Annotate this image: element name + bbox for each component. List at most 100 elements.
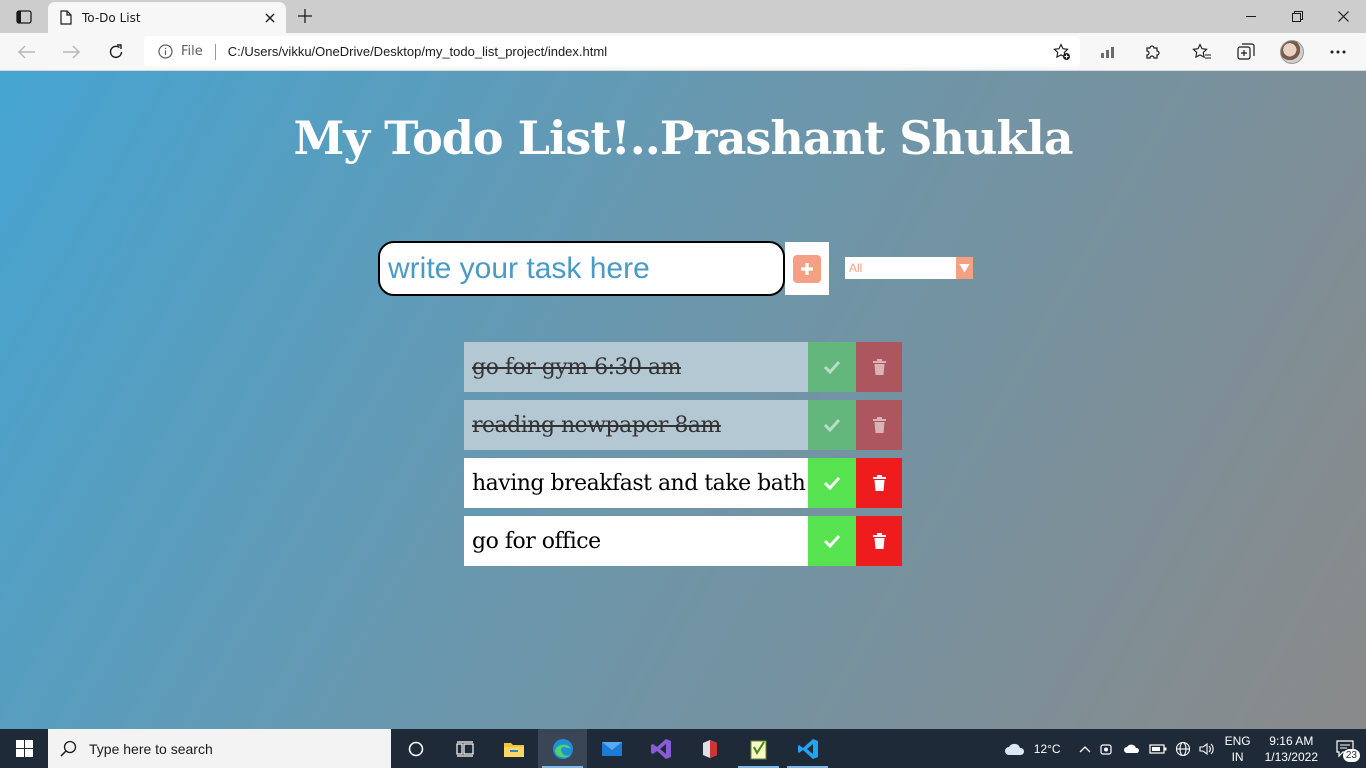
browser-tab[interactable]: To-Do List: [48, 2, 286, 33]
meet-now-button[interactable]: [1095, 729, 1119, 768]
extensions-button[interactable]: [1140, 39, 1166, 65]
vscode-icon: [797, 738, 818, 759]
cloud-icon: [1004, 743, 1024, 755]
complete-button[interactable]: [808, 516, 856, 566]
mail-icon: [601, 741, 622, 756]
chevron-up-icon: [1079, 745, 1091, 752]
edge-browser-app[interactable]: [538, 729, 587, 768]
url-text[interactable]: C:/Users/vikku/OneDrive/Desktop/my_todo_…: [228, 44, 607, 59]
language-primary: ENG: [1224, 733, 1251, 748]
performance-button[interactable]: [1096, 39, 1122, 65]
favorites-star-icon: [1192, 43, 1211, 59]
delete-button[interactable]: [856, 458, 902, 508]
weather-widget[interactable]: 12°C: [1000, 729, 1065, 768]
new-tab-button[interactable]: [292, 5, 318, 27]
cortana-icon: [408, 741, 423, 756]
notifications-button[interactable]: 23: [1326, 729, 1366, 768]
language-secondary: IN: [1231, 749, 1244, 764]
add-task-button[interactable]: [785, 242, 829, 295]
todo-text: reading newpaper 8am: [464, 400, 808, 450]
notepad-app[interactable]: [734, 729, 783, 768]
todo-page: My Todo List!..Prashant Shukla All go fo…: [0, 71, 1366, 729]
show-hidden-icons-button[interactable]: [1075, 729, 1095, 768]
todo-text: go for office: [464, 516, 808, 566]
visual-studio-icon: [650, 738, 671, 759]
restore-button[interactable]: [1274, 0, 1320, 33]
page-icon: [60, 10, 72, 25]
filter-selected-value: All: [849, 261, 863, 275]
office-app[interactable]: [685, 729, 734, 768]
site-info-label: File: [181, 44, 203, 59]
folder-icon: [503, 742, 524, 757]
windows-logo-icon: [15, 740, 33, 757]
settings-more-button[interactable]: [1325, 39, 1351, 65]
notepad-icon: [750, 740, 766, 759]
search-icon: [60, 740, 77, 757]
mail-app[interactable]: [587, 729, 636, 768]
battery-button[interactable]: [1145, 729, 1171, 768]
filter-select[interactable]: All: [845, 257, 973, 279]
complete-button[interactable]: [808, 400, 856, 450]
file-explorer-app[interactable]: [489, 729, 538, 768]
minimize-button[interactable]: [1228, 0, 1274, 33]
trash-icon: [872, 475, 886, 491]
refresh-button[interactable]: [101, 37, 131, 67]
page-title: My Todo List!..Prashant Shukla: [293, 111, 1073, 165]
collections-icon: [1237, 43, 1255, 60]
taskbar-search[interactable]: Type here to search: [48, 729, 391, 768]
back-button[interactable]: [12, 37, 42, 67]
network-button[interactable]: [1171, 729, 1195, 768]
trash-icon: [872, 417, 886, 433]
tab-close-button[interactable]: [262, 10, 278, 26]
browser-toolbar: File C:/Users/vikku/OneDrive/Desktop/my_…: [0, 33, 1366, 71]
tab-title: To-Do List: [82, 10, 141, 25]
task-input[interactable]: [378, 241, 785, 296]
start-button[interactable]: [0, 729, 48, 768]
delete-button[interactable]: [856, 516, 902, 566]
forward-button[interactable]: [56, 37, 86, 67]
close-icon: [1337, 11, 1349, 22]
info-icon: [158, 44, 173, 59]
todo-item: reading newpaper 8am: [464, 400, 902, 450]
todo-item: go for gym 6:30 am: [464, 342, 902, 392]
trash-icon: [872, 533, 886, 549]
tab-actions-icon: [16, 10, 32, 24]
cortana-button[interactable]: [391, 729, 440, 768]
task-view-button[interactable]: [440, 729, 489, 768]
delete-button[interactable]: [856, 342, 902, 392]
windows-taskbar: Type here to search 12°C ENG IN 9:16 AM …: [0, 729, 1366, 768]
onedrive-button[interactable]: [1119, 729, 1145, 768]
notification-count-badge: 23: [1342, 749, 1360, 762]
profile-button[interactable]: [1279, 39, 1305, 65]
check-icon: [823, 534, 841, 548]
delete-button[interactable]: [856, 400, 902, 450]
clock-time: 9:16 AM: [1269, 733, 1314, 748]
todo-item: having breakfast and take bath: [464, 458, 902, 508]
speaker-icon: [1199, 742, 1214, 755]
todo-list: go for gym 6:30 am reading newpaper 8am ha…: [464, 342, 902, 574]
add-favorite-button[interactable]: [1052, 42, 1072, 62]
site-info-button[interactable]: File: [158, 43, 216, 60]
clock-button[interactable]: 9:16 AM 1/13/2022: [1257, 733, 1326, 765]
plus-icon: [298, 9, 312, 23]
camera-icon: [1099, 743, 1112, 755]
address-bar[interactable]: File C:/Users/vikku/OneDrive/Desktop/my_…: [144, 36, 1080, 67]
avatar: [1280, 40, 1304, 64]
collections-button[interactable]: [1233, 39, 1259, 65]
visual-studio-app[interactable]: [636, 729, 685, 768]
close-window-button[interactable]: [1320, 0, 1366, 33]
tab-actions-button[interactable]: [8, 6, 40, 28]
complete-button[interactable]: [808, 342, 856, 392]
close-icon: [265, 13, 275, 22]
vscode-app[interactable]: [783, 729, 832, 768]
clock-date: 1/13/2022: [1264, 749, 1318, 764]
plus-square-icon: [793, 254, 821, 283]
input-language-button[interactable]: ENG IN: [1219, 733, 1257, 765]
more-icon: [1330, 50, 1346, 54]
weather-temp: 12°C: [1033, 741, 1061, 756]
complete-button[interactable]: [808, 458, 856, 508]
restore-icon: [1291, 11, 1303, 22]
favorites-button[interactable]: [1189, 39, 1215, 65]
check-icon: [823, 360, 841, 374]
volume-button[interactable]: [1195, 729, 1219, 768]
